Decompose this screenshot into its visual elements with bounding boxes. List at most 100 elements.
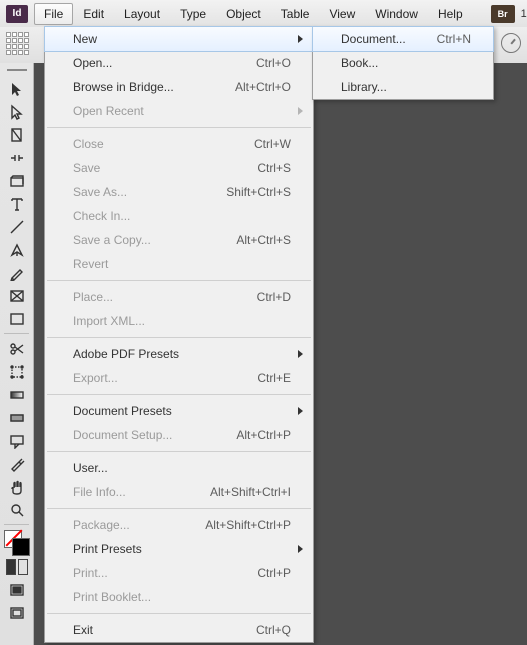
menu-bar: Id File Edit Layout Type Object Table Vi… [0,0,527,28]
menu-item-close[interactable]: CloseCtrl+W [45,132,313,156]
menu-item-open[interactable]: Open...Ctrl+O [45,51,313,75]
zoom-tool[interactable] [0,498,33,521]
line-tool[interactable] [0,215,33,238]
zoom-value[interactable]: 100 [521,8,527,20]
rectangle-tool[interactable] [0,307,33,330]
label: User... [73,461,291,475]
content-collector-tool[interactable] [0,169,33,192]
view-mode[interactable] [0,578,33,601]
label: Save a Copy... [73,233,236,247]
menu-item-export[interactable]: Export...Ctrl+E [45,366,313,390]
menu-item-document-setup[interactable]: Document Setup...Alt+Ctrl+P [45,423,313,447]
selection-tool[interactable] [0,77,33,100]
shortcut: Alt+Shift+Ctrl+P [205,518,291,532]
label: Document Setup... [73,428,236,442]
eyedropper-tool[interactable] [0,452,33,475]
menu-separator [47,280,311,281]
menu-type[interactable]: Type [170,3,216,25]
menu-view[interactable]: View [319,3,365,25]
menu-item-print-presets[interactable]: Print Presets [45,537,313,561]
menu-separator [47,451,311,452]
menu-object[interactable]: Object [216,3,271,25]
menu-item-document-presets[interactable]: Document Presets [45,399,313,423]
screen-mode[interactable] [0,601,33,624]
menu-item-import-xml[interactable]: Import XML... [45,309,313,333]
label: Revert [73,257,291,271]
free-transform-tool[interactable] [0,360,33,383]
label: Save [73,161,257,175]
submenu-arrow-icon [298,407,303,415]
progress-icon [501,33,521,53]
note-tool[interactable] [0,429,33,452]
menu-edit[interactable]: Edit [73,3,114,25]
menu-item-pdf-presets[interactable]: Adobe PDF Presets [45,342,313,366]
shortcut: Alt+Shift+Ctrl+I [210,485,291,499]
menu-item-file-info[interactable]: File Info...Alt+Shift+Ctrl+I [45,480,313,504]
rectangle-frame-tool[interactable] [0,284,33,307]
submenu-item-library[interactable]: Library... [313,75,493,99]
gradient-swatch-tool[interactable] [0,383,33,406]
menu-item-exit[interactable]: ExitCtrl+Q [45,618,313,642]
menu-item-save[interactable]: SaveCtrl+S [45,156,313,180]
menu-item-package[interactable]: Package...Alt+Shift+Ctrl+P [45,513,313,537]
menu-item-place[interactable]: Place...Ctrl+D [45,285,313,309]
menu-file[interactable]: File [34,3,73,25]
formatting-affects[interactable] [0,556,33,578]
reference-point-grid[interactable] [6,32,32,58]
menu-item-save-copy[interactable]: Save a Copy...Alt+Ctrl+S [45,228,313,252]
menu-item-browse-bridge[interactable]: Browse in Bridge...Alt+Ctrl+O [45,75,313,99]
menu-help[interactable]: Help [428,3,473,25]
page-tool[interactable] [0,123,33,146]
file-menu: New Open...Ctrl+O Browse in Bridge...Alt… [44,26,314,643]
bridge-icon[interactable]: Br [491,5,515,23]
tools-panel [0,63,34,645]
menu-separator [47,613,311,614]
shortcut: Alt+Ctrl+O [235,80,291,94]
label: Library... [341,80,471,94]
shortcut: Ctrl+D [257,290,291,304]
menu-table[interactable]: Table [271,3,320,25]
menu-item-save-as[interactable]: Save As...Shift+Ctrl+S [45,180,313,204]
submenu-item-document[interactable]: Document...Ctrl+N [312,26,494,52]
submenu-arrow-icon [298,350,303,358]
pencil-tool[interactable] [0,261,33,284]
menu-item-check-in[interactable]: Check In... [45,204,313,228]
submenu-arrow-icon [298,107,303,115]
menu-item-print[interactable]: Print...Ctrl+P [45,561,313,585]
fill-stroke-swatch[interactable] [0,528,33,556]
menu-item-print-booklet[interactable]: Print Booklet... [45,585,313,609]
label: New [73,32,291,46]
shortcut: Alt+Ctrl+P [236,428,291,442]
tools-grip[interactable] [0,63,33,77]
pen-tool[interactable] [0,238,33,261]
menu-layout[interactable]: Layout [114,3,170,25]
scissors-tool[interactable] [0,337,33,360]
submenu-item-book[interactable]: Book... [313,51,493,75]
menu-item-user[interactable]: User... [45,456,313,480]
shortcut: Ctrl+E [257,371,291,385]
label: Save As... [73,185,226,199]
submenu-arrow-icon [298,35,303,43]
label: Document... [341,32,437,46]
shortcut: Ctrl+W [254,137,291,151]
label: Exit [73,623,256,637]
gradient-feather-tool[interactable] [0,406,33,429]
shortcut: Ctrl+P [257,566,291,580]
app-icon: Id [6,5,28,23]
label: Place... [73,290,257,304]
menu-item-open-recent[interactable]: Open Recent [45,99,313,123]
shortcut: Ctrl+O [256,56,291,70]
label: Check In... [73,209,291,223]
menu-item-revert[interactable]: Revert [45,252,313,276]
shortcut: Alt+Ctrl+S [236,233,291,247]
gap-tool[interactable] [0,146,33,169]
label: Open... [73,56,256,70]
menu-separator [47,337,311,338]
menu-window[interactable]: Window [365,3,428,25]
hand-tool[interactable] [0,475,33,498]
type-tool[interactable] [0,192,33,215]
direct-selection-tool[interactable] [0,100,33,123]
menu-item-new[interactable]: New [44,26,314,52]
menu-separator [47,127,311,128]
label: Import XML... [73,314,291,328]
